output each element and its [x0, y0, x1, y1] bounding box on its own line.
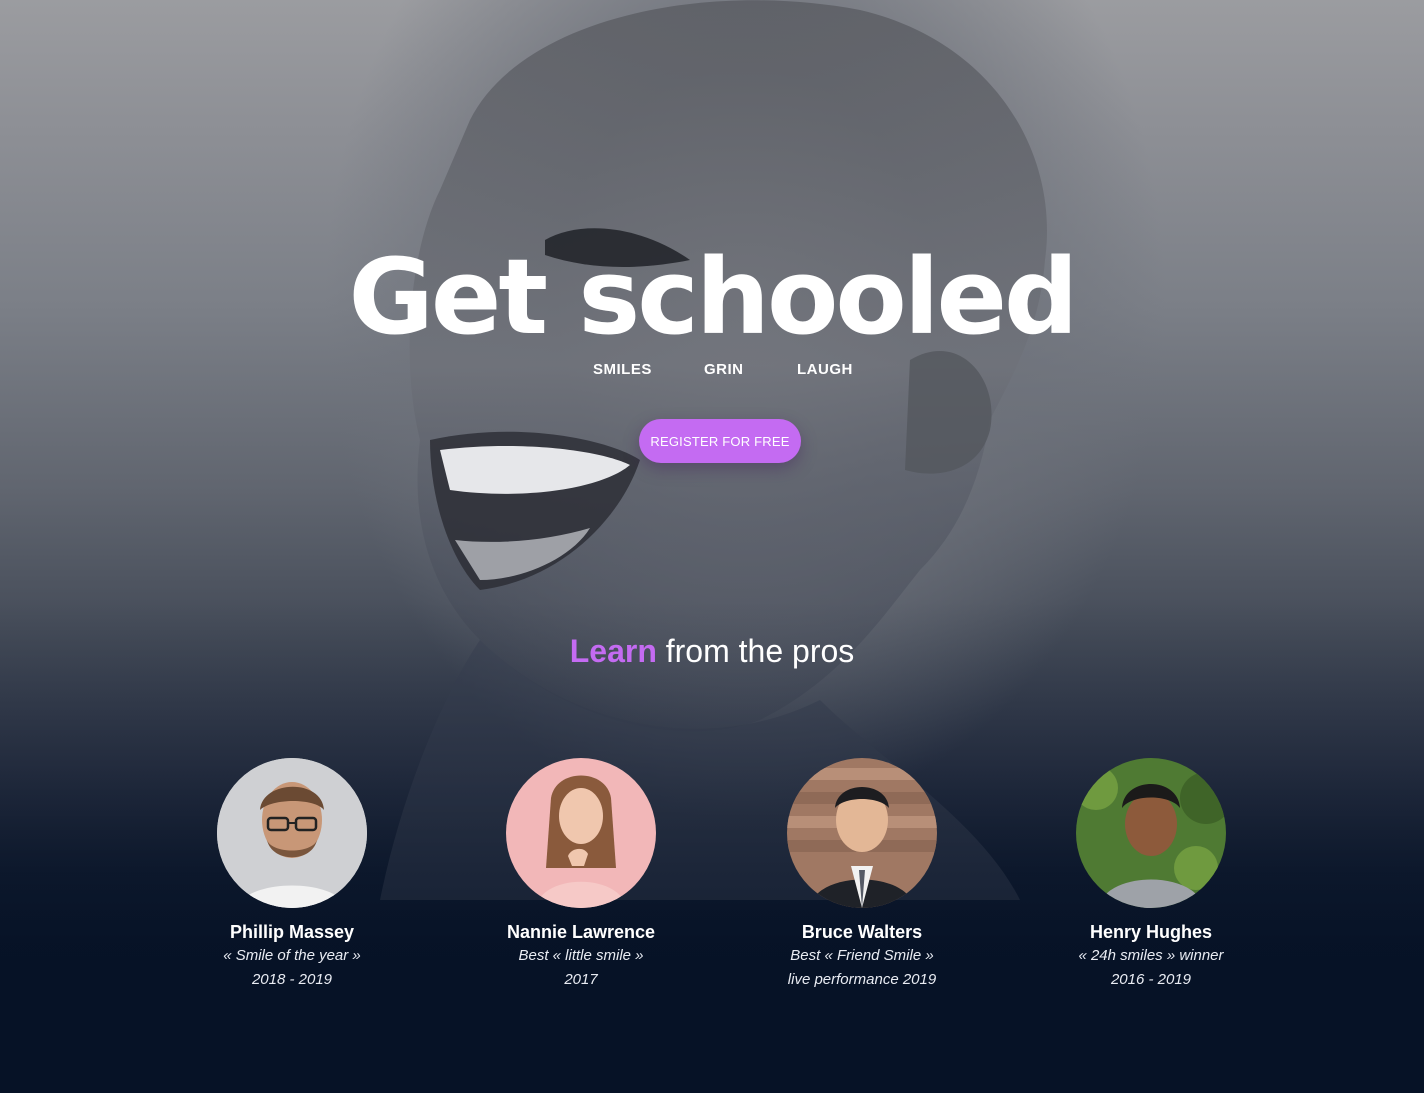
pro-name: Bruce Walters — [801, 922, 923, 942]
pro-avatar-henry[interactable] — [1076, 758, 1226, 908]
pro-name: Henry Hughes — [1089, 922, 1213, 942]
pro-card[interactable]: Nannie Lawrence Best « little smile » 20… — [451, 758, 711, 992]
pro-award: « Smile of the year » — [223, 947, 361, 964]
pro-years: 2016 - 2019 — [1110, 971, 1192, 988]
tagline-smiles: SMILES — [593, 361, 652, 378]
pros-section-heading: Learn from the pros — [0, 630, 1424, 672]
tagline-grin: GRIN — [704, 361, 744, 378]
pro-name: Phillip Massey — [229, 922, 355, 942]
register-for-free-button[interactable]: REGISTER FOR FREE — [639, 419, 801, 463]
pro-card[interactable]: Phillip Massey « Smile of the year » 201… — [162, 758, 422, 992]
pro-name: Nannie Lawrence — [506, 922, 656, 942]
heading-accent-word: Learn — [569, 633, 657, 669]
hero-title: Get schooled — [348, 236, 1079, 358]
tagline-laugh: LAUGH — [797, 361, 853, 378]
pro-years: 2018 - 2019 — [251, 971, 333, 988]
pro-card[interactable]: Bruce Walters Best « Friend Smile » live… — [732, 758, 992, 992]
pro-avatar-bruce[interactable] — [787, 758, 937, 908]
pro-award: Best « Friend Smile » — [790, 947, 934, 964]
pro-award: Best « little smile » — [518, 947, 644, 964]
pro-award: « 24h smiles » winner — [1078, 947, 1224, 964]
pro-years: live performance 2019 — [787, 971, 937, 988]
pro-card[interactable]: Henry Hughes « 24h smiles » winner 2016 … — [1021, 758, 1281, 992]
pro-avatar-nannie[interactable] — [506, 758, 656, 908]
pro-avatar-phillip[interactable] — [217, 758, 367, 908]
pro-years: 2017 — [564, 971, 598, 988]
heading-rest: from the pros — [656, 633, 855, 669]
